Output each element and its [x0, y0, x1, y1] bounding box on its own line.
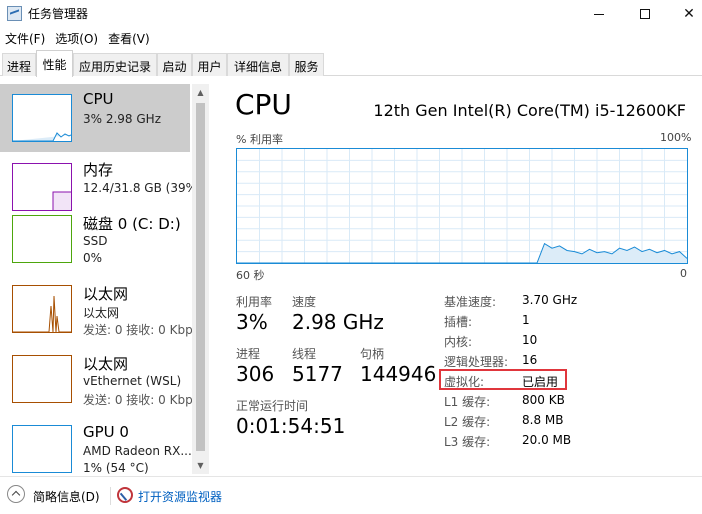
sidebar-item-title: GPU 0 [83, 423, 129, 441]
graph-x-end-label: 0 [680, 267, 687, 280]
menu-bar: 文件(F) 选项(O) 查看(V) [0, 27, 702, 49]
cores-label: 内核: [444, 335, 473, 349]
close-icon: ✕ [683, 5, 695, 22]
cores-value: 10 [522, 333, 538, 347]
ethernet-thumbnail-svg [13, 295, 71, 332]
base-speed-label: 基准速度: [444, 295, 497, 309]
page-title: CPU [235, 88, 292, 121]
l1-cache-label: L1 缓存: [444, 395, 491, 409]
sidebar-item-detail: SSD [83, 234, 108, 248]
sidebar-item-disk[interactable]: 磁盘 0 (C: D:) SSD 0% [0, 209, 190, 277]
graph-y-max-label: 100% [660, 131, 692, 144]
tab-details[interactable]: 详细信息 [227, 53, 289, 76]
handles-value: 144946 [360, 362, 437, 386]
sidebar-item-detail: 0% [83, 251, 103, 265]
processes-value: 306 [236, 362, 275, 386]
l2-cache-value: 8.8 MB [522, 413, 564, 427]
l2-cache-label: L2 缓存: [444, 415, 491, 429]
tab-strip: 进程 性能 应用历史记录 启动 用户 详细信息 服务 [0, 50, 702, 77]
disk-thumbnail-graph [12, 215, 72, 263]
memory-thumbnail-svg [13, 191, 71, 210]
logical-processors-value: 16 [522, 353, 538, 367]
tab-processes[interactable]: 进程 [2, 53, 36, 76]
sidebar-item-detail: 3% 2.98 GHz [83, 112, 162, 126]
menu-file[interactable]: 文件(F) [0, 27, 50, 49]
sidebar-item-detail: 12.4/31.8 GB (39%) [83, 181, 202, 195]
sidebar-item-detail: AMD Radeon RX... [83, 444, 192, 458]
speed-label: 速度 [292, 295, 317, 309]
fewer-details-button[interactable]: 简略信息(D) [33, 488, 100, 505]
ethernet-wsl-thumbnail-graph [12, 355, 72, 403]
sidebar-item-title: 内存 [83, 161, 114, 179]
logical-processors-label: 逻辑处理器: [444, 355, 509, 369]
memory-thumbnail-graph [12, 163, 72, 211]
handles-label: 句柄 [360, 347, 385, 361]
sidebar-item-title: 以太网 [83, 355, 129, 373]
maximize-icon [640, 8, 650, 19]
sidebar-scrollbar[interactable]: ▲ ▼ [192, 84, 209, 474]
minimize-button[interactable] [576, 0, 622, 27]
window-title: 任务管理器 [28, 7, 89, 21]
sidebar-item-detail: 发送: 0 接收: 0 Kbps [83, 393, 199, 407]
title-bar: 任务管理器 ✕ [0, 0, 702, 27]
speed-value: 2.98 GHz [292, 310, 384, 334]
tab-services[interactable]: 服务 [289, 53, 324, 76]
maximize-button[interactable] [622, 0, 668, 27]
footer-bar: 简略信息(D) 打开资源监视器 [0, 476, 702, 514]
threads-label: 线程 [292, 347, 317, 361]
cpu-utilization-graph [236, 148, 688, 264]
tab-startup[interactable]: 启动 [157, 53, 192, 76]
ethernet-thumbnail-graph [12, 285, 72, 333]
uptime-label: 正常运行时间 [236, 399, 309, 413]
sidebar-item-detail: 以太网 [83, 306, 120, 320]
sidebar-item-detail: 1% (54 °C) [83, 461, 149, 475]
minimize-icon [594, 14, 604, 15]
sidebar-item-ethernet[interactable]: 以太网 以太网 发送: 0 接收: 0 Kbps [0, 280, 199, 348]
virtualization-highlight-box [439, 369, 567, 390]
cpu-thumbnail-svg [13, 132, 71, 141]
task-manager-icon [7, 6, 22, 21]
sidebar-item-cpu[interactable]: CPU 3% 2.98 GHz [0, 84, 190, 152]
scroll-up-icon[interactable]: ▲ [192, 84, 209, 101]
scroll-down-icon[interactable]: ▼ [192, 457, 209, 474]
uptime-value: 0:01:54:51 [236, 414, 346, 438]
sidebar-item-detail: vEthernet (WSL) [83, 374, 182, 388]
collapse-chevron-icon[interactable] [7, 485, 25, 503]
cpu-model-name: 12th Gen Intel(R) Core(TM) i5-12600KF [373, 101, 686, 120]
l1-cache-value: 800 KB [522, 393, 565, 407]
open-resource-monitor-link[interactable]: 打开资源监视器 [138, 488, 222, 505]
threads-value: 5177 [292, 362, 343, 386]
tab-performance[interactable]: 性能 [36, 50, 73, 77]
sidebar-item-title: 磁盘 0 (C: D:) [83, 215, 181, 233]
sockets-value: 1 [522, 313, 530, 327]
sidebar-item-title: CPU [83, 90, 114, 108]
processes-label: 进程 [236, 347, 261, 361]
tab-app-history[interactable]: 应用历史记录 [73, 53, 157, 76]
cpu-graph-svg [237, 149, 687, 263]
gpu-thumbnail-graph [12, 425, 72, 473]
graph-y-label: % 利用率 [236, 133, 283, 146]
sidebar-item-title: 以太网 [83, 285, 129, 303]
tab-users[interactable]: 用户 [192, 53, 227, 76]
utilization-label: 利用率 [236, 295, 273, 309]
menu-view[interactable]: 查看(V) [103, 27, 155, 49]
cpu-thumbnail-graph [12, 94, 72, 142]
scroll-thumb[interactable] [196, 103, 205, 451]
l3-cache-value: 20.0 MB [522, 433, 572, 447]
utilization-value: 3% [236, 310, 268, 334]
sockets-label: 插槽: [444, 315, 473, 329]
sidebar-item-detail: 发送: 0 接收: 0 Kbps [83, 323, 199, 337]
sidebar-item-gpu[interactable]: GPU 0 AMD Radeon RX... 1% (54 °C) [0, 420, 192, 475]
menu-options[interactable]: 选项(O) [50, 27, 103, 49]
close-button[interactable]: ✕ [666, 0, 702, 27]
resource-monitor-icon[interactable] [117, 487, 133, 503]
graph-x-start-label: 60 秒 [236, 269, 265, 282]
l3-cache-label: L3 缓存: [444, 435, 491, 449]
sidebar-item-ethernet-wsl[interactable]: 以太网 vEthernet (WSL) 发送: 0 接收: 0 Kbps [0, 350, 199, 418]
base-speed-value: 3.70 GHz [522, 293, 578, 307]
footer-divider [110, 487, 111, 505]
resource-list: CPU 3% 2.98 GHz 内存 12.4/31.8 GB (39%) 磁盘… [0, 77, 210, 475]
